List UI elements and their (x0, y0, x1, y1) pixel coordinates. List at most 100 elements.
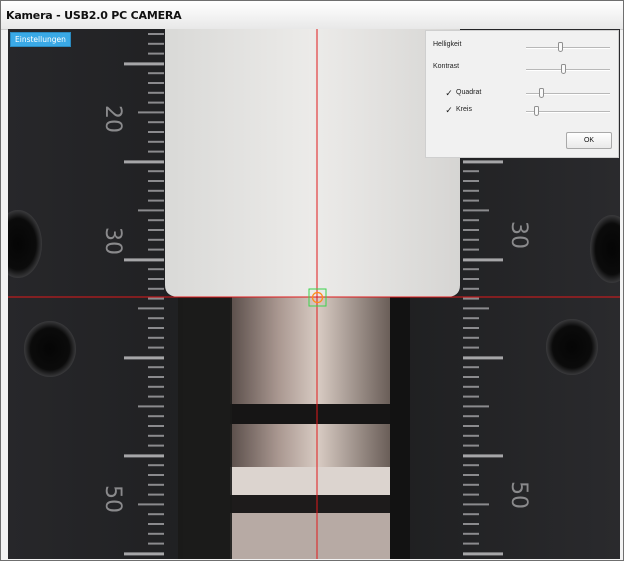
ruler-number: 30 (506, 221, 531, 249)
ruler-tick (148, 52, 164, 55)
ruler-tick (148, 415, 164, 418)
ruler-tick (463, 483, 479, 486)
ruler-tick (148, 140, 164, 143)
ruler-tick (463, 434, 479, 437)
ruler-tick (463, 297, 479, 300)
ruler-tick (463, 317, 479, 320)
ruler-tick (148, 523, 164, 525)
ruler-tick (148, 376, 164, 378)
ruler-tick (463, 170, 479, 173)
ok-button[interactable]: OK (566, 132, 612, 149)
ruler-tick (138, 503, 164, 506)
ruler-tick (463, 395, 479, 398)
ruler-tick (463, 268, 479, 271)
ruler-tick (463, 503, 489, 506)
quadrat-label: Quadrat (456, 89, 482, 96)
kreis-label: Kreis (456, 106, 472, 113)
contrast-label: Kontrast (433, 63, 460, 70)
ruler-tick (148, 170, 164, 173)
ruler-tick (148, 287, 164, 290)
window-title: Kamera - USB2.0 PC CAMERA (6, 9, 182, 22)
ruler-tick (148, 150, 164, 153)
camera-window: Kamera - USB2.0 PC CAMERA 20 30 50 30 50… (0, 0, 624, 561)
settings-button[interactable]: Einstellungen (10, 32, 71, 47)
ruler-tick (463, 376, 479, 378)
ruler-tick (148, 444, 164, 447)
ruler-tick (148, 297, 164, 300)
ruler-tick (124, 62, 164, 66)
ruler-tick (463, 405, 489, 408)
ruler-tick (148, 82, 164, 84)
quadrat-checkbox[interactable]: ✓ (445, 89, 453, 98)
contrast-slider[interactable] (526, 69, 610, 71)
clamp-lower (230, 513, 400, 559)
clamp-shadow (390, 297, 410, 559)
ruler-tick (463, 180, 479, 182)
ruler-tick (148, 238, 164, 241)
ruler-tick (463, 278, 479, 280)
kreis-slider-thumb[interactable] (533, 106, 539, 116)
sample-block (165, 29, 460, 297)
kreis-checkbox[interactable]: ✓ (445, 106, 453, 115)
ruler-tick (463, 238, 479, 241)
ruler-tick (463, 189, 479, 192)
ruler-tick (463, 425, 479, 427)
ruler-tick (148, 346, 164, 349)
ruler-tick (124, 356, 164, 360)
ruler-tick (463, 160, 503, 164)
ruler-tick (148, 385, 164, 388)
ruler-tick (148, 199, 164, 202)
ruler-tick (463, 493, 479, 496)
brightness-slider-thumb[interactable] (557, 42, 563, 52)
quadrat-slider-thumb[interactable] (538, 88, 544, 98)
mount-hole (546, 319, 598, 375)
ruler-tick (124, 454, 164, 458)
ruler-tick (148, 278, 164, 280)
contrast-slider-thumb[interactable] (560, 64, 566, 74)
ruler-tick (463, 356, 503, 360)
ruler-tick (148, 513, 164, 516)
ruler-tick (148, 268, 164, 271)
ruler-tick (148, 121, 164, 124)
clamp-shadow (178, 297, 232, 559)
ruler-tick (148, 327, 164, 329)
ruler-tick (138, 307, 164, 310)
ruler-tick (148, 483, 164, 486)
ruler-tick (463, 385, 479, 388)
ruler-tick (138, 111, 164, 114)
clamp-plate (230, 467, 400, 495)
ruler-tick (463, 552, 503, 556)
ruler-tick (463, 474, 479, 476)
ruler-tick (463, 229, 479, 231)
ruler-tick (148, 366, 164, 369)
ruler-tick (148, 532, 164, 535)
ruler-tick (463, 532, 479, 535)
ruler-tick (148, 33, 164, 35)
ruler-tick (148, 317, 164, 320)
ruler-tick (463, 444, 479, 447)
ruler-tick (148, 72, 164, 75)
ruler-tick (124, 160, 164, 164)
ruler-tick (148, 425, 164, 427)
ruler-tick (138, 209, 164, 212)
ruler-tick (138, 405, 164, 408)
ruler-tick (463, 415, 479, 418)
ruler-tick (148, 542, 164, 545)
ruler-tick (463, 454, 503, 458)
ruler-tick (148, 493, 164, 496)
ruler-tick (148, 180, 164, 182)
ruler-tick (463, 219, 479, 222)
camera-view[interactable]: 20 30 50 30 50 Einstellungen Helligkeit … (8, 29, 620, 559)
ruler-tick (463, 327, 479, 329)
ruler-tick (148, 248, 164, 251)
ruler-tick (148, 42, 164, 45)
ruler-tick (148, 219, 164, 222)
ruler-tick (148, 131, 164, 133)
ruler-tick (148, 395, 164, 398)
ruler-tick (148, 101, 164, 104)
ruler-tick (463, 366, 479, 369)
ruler-tick (463, 248, 479, 251)
brightness-label: Helligkeit (433, 41, 462, 48)
ruler-tick (124, 552, 164, 556)
brightness-slider[interactable] (526, 47, 610, 49)
